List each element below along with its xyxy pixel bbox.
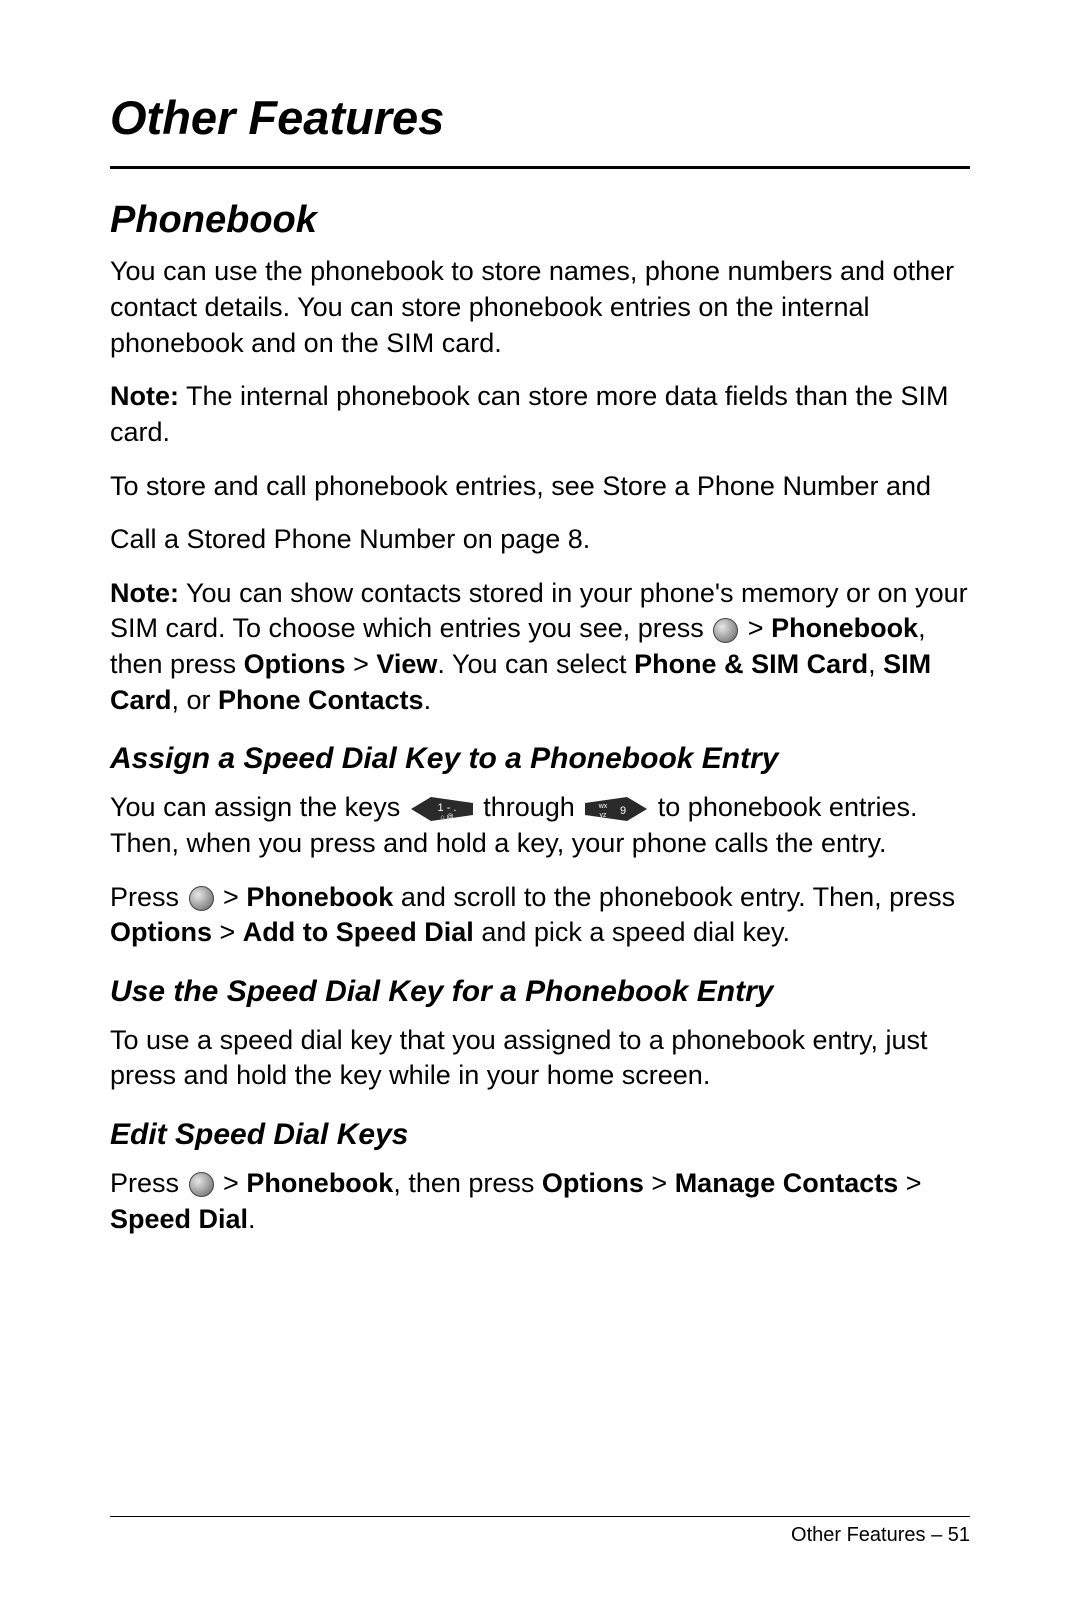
footer-divider [110, 1516, 970, 1517]
text: > [216, 882, 247, 912]
section-heading-phonebook: Phonebook [110, 199, 970, 242]
key-1-icon: 1 - . ⌂ @ [411, 797, 473, 821]
option-phone-sim: Phone & SIM Card [634, 649, 868, 679]
text: . You can select [437, 649, 634, 679]
text: > [740, 613, 771, 643]
text: . [424, 685, 432, 715]
text: > [644, 1168, 675, 1198]
body-text: To use a speed dial key that you assigne… [110, 1023, 970, 1094]
text: Press [110, 882, 187, 912]
menu-options: Options [542, 1168, 644, 1198]
key-9-icon: wx yz 9 [585, 797, 647, 821]
text: You can assign the keys [110, 792, 408, 822]
body-text-note: Note: The internal phonebook can store m… [110, 379, 970, 450]
menu-manage-contacts: Manage Contacts [675, 1168, 899, 1198]
subheading-use-speed-dial: Use the Speed Dial Key for a Phonebook E… [110, 975, 970, 1009]
menu-phonebook: Phonebook [246, 882, 393, 912]
center-key-icon [189, 1172, 214, 1197]
text: and pick a speed dial key. [474, 917, 790, 947]
menu-phonebook: Phonebook [246, 1168, 393, 1198]
center-key-icon [189, 886, 214, 911]
page-title: Other Features [110, 90, 970, 158]
svg-text:1 - .: 1 - . [437, 802, 456, 814]
svg-text:⌂ @: ⌂ @ [440, 814, 453, 821]
subheading-assign-speed-dial: Assign a Speed Dial Key to a Phonebook E… [110, 742, 970, 776]
body-text-note: Note: You can show contacts stored in yo… [110, 576, 970, 719]
text: > [216, 1168, 247, 1198]
body-text: Press > Phonebook, then press Options > … [110, 1166, 970, 1237]
menu-phonebook: Phonebook [771, 613, 918, 643]
text: , then press [393, 1168, 542, 1198]
body-text: You can use the phonebook to store names… [110, 254, 970, 361]
menu-options: Options [244, 649, 346, 679]
subheading-edit-speed-dial: Edit Speed Dial Keys [110, 1118, 970, 1152]
center-key-icon [713, 618, 738, 643]
body-text: Press > Phonebook and scroll to the phon… [110, 880, 970, 951]
document-page: Other Features Phonebook You can use the… [0, 0, 1080, 1622]
note-text: The internal phonebook can store more da… [110, 381, 948, 447]
menu-speed-dial: Speed Dial [110, 1204, 248, 1234]
note-label: Note: [110, 578, 179, 608]
title-divider [110, 166, 970, 169]
menu-add-speed-dial: Add to Speed Dial [243, 917, 474, 947]
svg-text:9: 9 [620, 805, 626, 817]
text: through [476, 792, 583, 822]
menu-view: View [376, 649, 437, 679]
text: , [868, 649, 883, 679]
svg-text:yz: yz [600, 812, 608, 819]
text: > [212, 917, 243, 947]
menu-options: Options [110, 917, 212, 947]
option-phone-contacts: Phone Contacts [218, 685, 424, 715]
svg-text:wx: wx [598, 803, 608, 810]
body-text: Call a Stored Phone Number on page 8. [110, 522, 970, 558]
text: Press [110, 1168, 187, 1198]
note-label: Note: [110, 381, 179, 411]
text: > [346, 649, 377, 679]
body-text: You can assign the keys 1 - . ⌂ @ throug… [110, 790, 970, 861]
text: and scroll to the phonebook entry. Then,… [393, 882, 955, 912]
text: . [248, 1204, 256, 1234]
text: > [898, 1168, 921, 1198]
footer-page-number: Other Features – 51 [791, 1524, 970, 1547]
text: , or [172, 685, 219, 715]
body-text: To store and call phonebook entries, see… [110, 469, 970, 505]
